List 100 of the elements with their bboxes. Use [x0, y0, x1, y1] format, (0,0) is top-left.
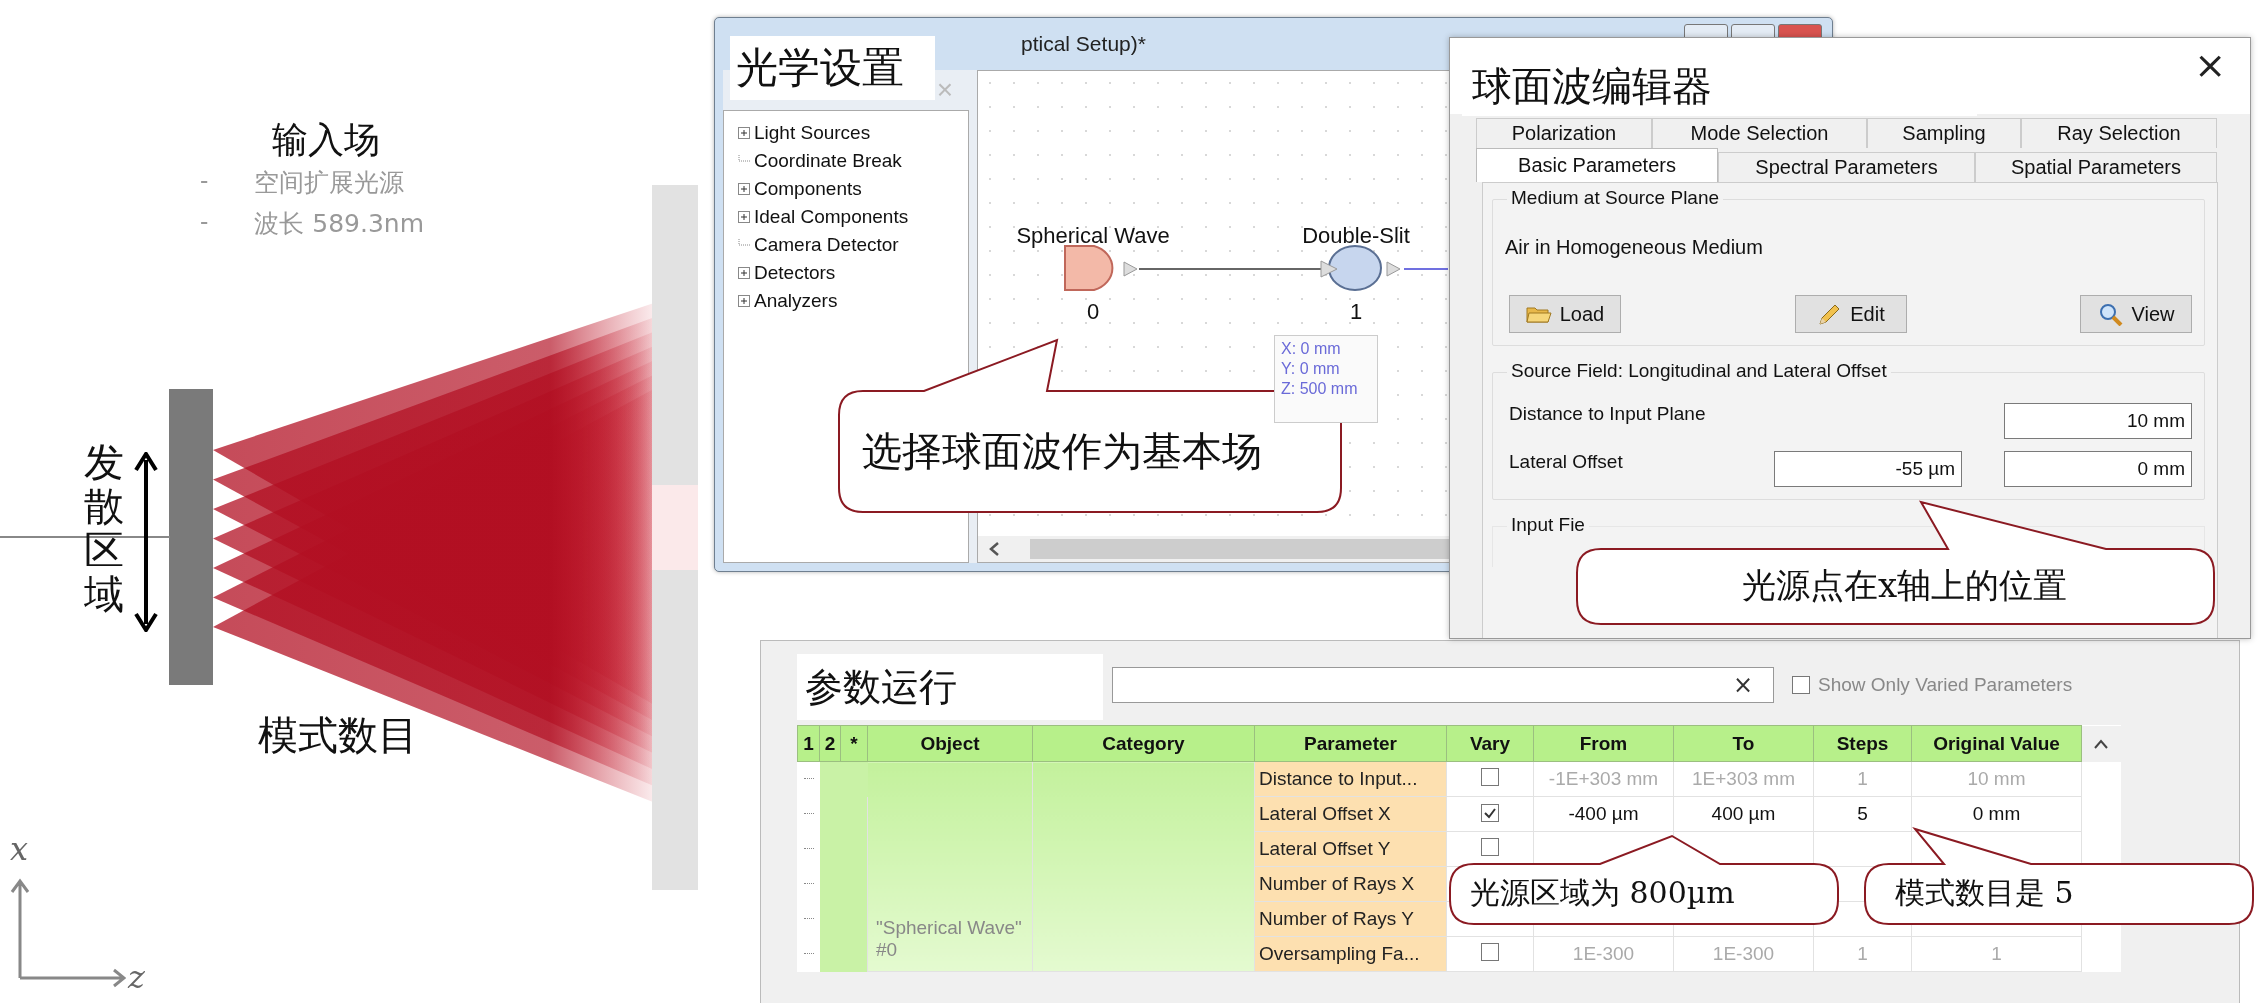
mode-label: 模式数目 — [258, 711, 418, 760]
table-cell: 1E-300 — [1673, 936, 1814, 972]
input-field[interactable]: -55 µm — [1774, 451, 1962, 487]
table-cell: 1E+303 mm — [1673, 761, 1814, 797]
tree-connector — [803, 952, 814, 956]
bullet-text: 空间扩展光源 — [254, 167, 405, 199]
clear-button[interactable]: × — [1726, 670, 1759, 700]
tab[interactable]: Spectral Parameters — [1718, 152, 1975, 182]
column-header: 1 — [797, 725, 820, 762]
field-label: Lateral Offset — [1509, 451, 1624, 473]
overlay-label: 光学设置 — [730, 36, 935, 100]
column-header: * — [840, 725, 868, 762]
tree-item[interactable]: Coordinate Break — [754, 150, 902, 172]
overlay-label: 参数运行 — [797, 654, 1103, 720]
node-label: Double-Slit — [1302, 223, 1410, 249]
heading-text: 输入场 — [272, 118, 380, 162]
table-cell: 1 — [1813, 761, 1912, 797]
column-header: Object — [867, 725, 1033, 762]
close-button[interactable]: × — [2188, 42, 2232, 88]
chevron-left-icon — [988, 541, 1000, 557]
tree-connector — [803, 882, 814, 886]
column-header: Category — [1032, 725, 1255, 762]
table-cell: 1E-300 — [1533, 936, 1674, 972]
column-header: Steps — [1813, 725, 1912, 762]
node-label: Spherical Wave — [1016, 223, 1170, 249]
window-title: ptical Setup)* — [1021, 32, 1146, 56]
tooltip-text: Y: 0 mm — [1281, 360, 1341, 378]
bullet-marker: - — [200, 166, 209, 196]
tab[interactable]: Polarization — [1476, 118, 1652, 148]
node-number: 1 — [1349, 299, 1363, 325]
checkbox-label: Show Only Varied Parameters — [1818, 674, 2073, 696]
search-field[interactable]: × — [1112, 667, 1774, 703]
checkbox[interactable] — [1481, 804, 1499, 822]
tree-item[interactable]: Components — [754, 178, 862, 200]
toolbar-button[interactable]: View — [2080, 295, 2192, 333]
medium-value: Air in Homogeneous Medium — [1505, 236, 1764, 259]
expand-icon — [738, 267, 750, 279]
callout-text: 模式数目是 5 — [1895, 874, 2074, 912]
column-header: From — [1533, 725, 1674, 762]
axis-label: x — [10, 830, 29, 868]
parameter-cell: Oversampling Fa... — [1254, 936, 1447, 972]
column-header: Vary — [1446, 725, 1534, 762]
tree-item[interactable]: Detectors — [754, 262, 836, 284]
port-triangle-icon — [1386, 261, 1402, 277]
callout-text: 光源点在x轴上的位置 — [1742, 563, 2068, 607]
scroll-up-icon — [2093, 737, 2109, 750]
tab[interactable]: Ray Selection — [2021, 118, 2217, 148]
expand-icon — [738, 127, 750, 139]
tooltip-text: X: 0 mm — [1281, 340, 1342, 358]
tree-connector — [803, 917, 814, 921]
checkbox[interactable] — [1481, 942, 1499, 961]
tree-item[interactable]: Light Sources — [754, 122, 871, 144]
bullet-marker: - — [200, 207, 209, 237]
tooltip-text: Z: 500 mm — [1281, 380, 1359, 398]
checkbox[interactable] — [1481, 767, 1499, 786]
expand-icon — [738, 295, 750, 307]
table-cell: 5 — [1813, 796, 1912, 832]
coordinate-axes-icon — [10, 878, 126, 988]
tree-connector — [803, 777, 814, 781]
table-cell: 400 µm — [1673, 796, 1814, 832]
parameter-cell: Number of Rays X — [1254, 866, 1447, 902]
checkbox[interactable] — [1481, 837, 1499, 856]
tab[interactable]: Basic Parameters — [1476, 148, 1718, 182]
column-header: Parameter — [1254, 725, 1447, 762]
tab[interactable]: Spatial Parameters — [1975, 152, 2217, 182]
table-cell: 10 mm — [1911, 761, 2082, 797]
table-cell: -1E+303 mm — [1533, 761, 1674, 797]
region-label: 发散区域 — [84, 440, 124, 616]
component-node-icon — [1327, 245, 1385, 293]
parameter-cell: Distance to Input... — [1254, 761, 1447, 797]
checkbox[interactable] — [1792, 676, 1810, 694]
tree-item[interactable]: Camera Detector — [754, 234, 899, 256]
node-number: 0 — [1086, 299, 1100, 325]
field-label: Distance to Input Plane — [1509, 403, 1707, 425]
parameter-cell: Lateral Offset Y — [1254, 831, 1447, 867]
tree-connector — [803, 812, 814, 816]
table-cell: 1 — [1911, 936, 2082, 972]
column-header: To — [1673, 725, 1814, 762]
search-icon — [2097, 302, 2124, 326]
tab[interactable]: Mode Selection — [1652, 118, 1867, 148]
toolbar-button[interactable]: Load — [1509, 295, 1621, 333]
table-cell: 1 — [1813, 936, 1912, 972]
parameter-cell: Number of Rays Y — [1254, 901, 1447, 937]
callout-text: 光源区域为 800µm — [1470, 874, 1735, 912]
port-triangle-icon — [1123, 261, 1139, 277]
double-arrow-icon — [134, 452, 158, 632]
input-field[interactable]: 10 mm — [2004, 403, 2192, 439]
column-header: 2 — [819, 725, 841, 762]
bullet-text: 波长 589.3nm — [254, 208, 425, 240]
tree-item[interactable]: Analyzers — [754, 290, 838, 312]
toolbar-button[interactable]: Edit — [1794, 295, 1907, 333]
column-header: Original Value — [1911, 725, 2082, 762]
axis-label: z — [128, 958, 145, 996]
table-cell: -400 µm — [1533, 796, 1674, 832]
expand-icon — [738, 183, 750, 195]
tree-connector — [803, 847, 814, 851]
tree-item[interactable]: Ideal Components — [754, 206, 909, 228]
tab[interactable]: Sampling — [1867, 118, 2021, 148]
input-field[interactable]: 0 mm — [2004, 451, 2192, 487]
callout-text: 选择球面波作为基本场 — [862, 426, 1262, 476]
